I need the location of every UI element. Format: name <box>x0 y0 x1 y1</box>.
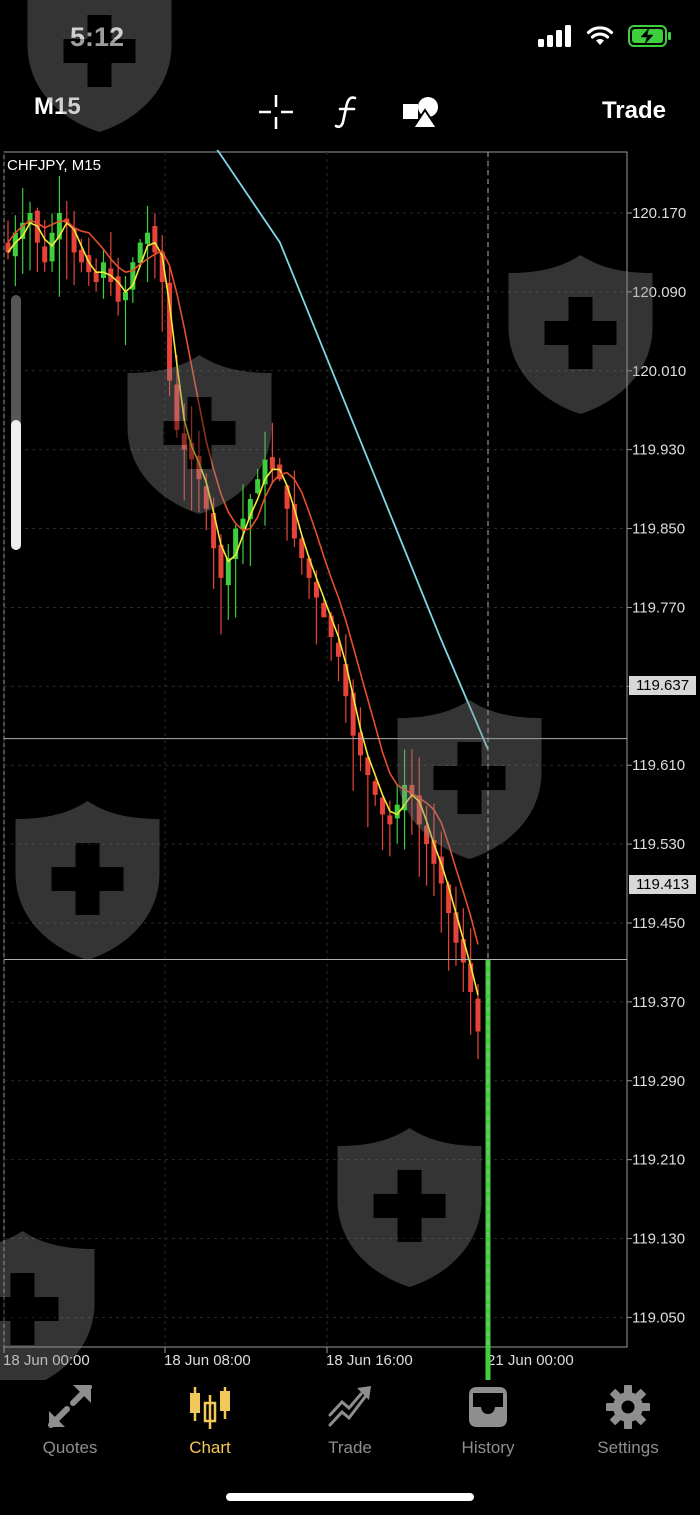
objects-icon[interactable] <box>401 92 441 132</box>
y-tick-label: 119.770 <box>632 599 685 616</box>
chart-symbol-label: CHFJPY, M15 <box>7 157 101 174</box>
tab-quotes[interactable]: Quotes <box>10 1384 130 1458</box>
shield-watermark-icon <box>503 252 658 422</box>
y-tick-label: 119.930 <box>632 442 685 459</box>
scroll-thumb[interactable] <box>11 420 21 550</box>
battery-charging-icon <box>628 25 671 47</box>
y-tick-label: 120.170 <box>632 205 686 222</box>
shield-watermark-icon <box>0 1228 105 1398</box>
candle-body <box>460 939 466 963</box>
candle-body <box>93 271 99 283</box>
crosshair-price-tag: 119.637 <box>629 676 696 695</box>
tab-chart[interactable]: Chart <box>150 1384 270 1458</box>
y-tick-label: 119.450 <box>632 915 685 932</box>
shield-watermark-icon <box>332 1125 487 1295</box>
candle-body <box>475 998 481 1032</box>
candle-body <box>42 246 48 263</box>
tab-label: Chart <box>189 1438 231 1457</box>
quotes-icon <box>10 1384 130 1430</box>
candle-body <box>123 291 128 301</box>
y-tick-label: 119.530 <box>632 836 685 853</box>
tab-label: Settings <box>597 1438 659 1457</box>
tab-label: History <box>461 1438 515 1457</box>
trade-icon <box>290 1384 410 1430</box>
y-tick-label: 119.130 <box>632 1231 685 1248</box>
tab-history[interactable]: History <box>428 1384 548 1458</box>
candle-body <box>372 781 378 795</box>
gear-icon <box>568 1384 688 1430</box>
x-tick-label: 21 Jun 00:00 <box>487 1352 574 1369</box>
status-icons <box>538 24 672 48</box>
trade-button[interactable]: Trade <box>602 97 666 125</box>
shield-watermark-icon <box>10 798 165 968</box>
y-tick-label: 119.210 <box>632 1152 685 1169</box>
history-icon <box>428 1384 548 1430</box>
wifi-icon <box>586 26 614 45</box>
bid-price-tag: 119.413 <box>629 875 696 894</box>
candle-body <box>49 232 55 262</box>
x-tick-label: 18 Jun 08:00 <box>164 1352 251 1369</box>
shield-watermark-icon <box>122 352 277 522</box>
candle-body <box>145 232 151 244</box>
scroll-indicator[interactable] <box>11 295 21 550</box>
indicators-icon[interactable] <box>328 92 368 132</box>
tab-label: Quotes <box>42 1438 98 1457</box>
shield-watermark-icon <box>22 0 177 140</box>
y-tick-label: 119.050 <box>632 1309 685 1326</box>
tab-trade[interactable]: Trade <box>290 1384 410 1458</box>
shield-watermark-icon <box>392 697 547 867</box>
y-tick-label: 119.290 <box>632 1073 685 1090</box>
candle-body <box>100 262 106 278</box>
y-tick-label: 119.850 <box>632 521 685 538</box>
chart-icon <box>150 1384 270 1430</box>
crosshair-icon[interactable] <box>256 92 296 132</box>
signal-icon <box>538 25 571 47</box>
y-tick-label: 119.370 <box>632 994 685 1011</box>
y-tick-label: 119.610 <box>632 757 685 774</box>
candle-body <box>152 225 158 253</box>
tab-settings[interactable]: Settings <box>568 1384 688 1458</box>
home-indicator <box>226 1493 474 1501</box>
candle-body <box>321 602 327 618</box>
tab-label: Trade <box>328 1438 372 1457</box>
x-tick-label: 18 Jun 16:00 <box>326 1352 413 1369</box>
